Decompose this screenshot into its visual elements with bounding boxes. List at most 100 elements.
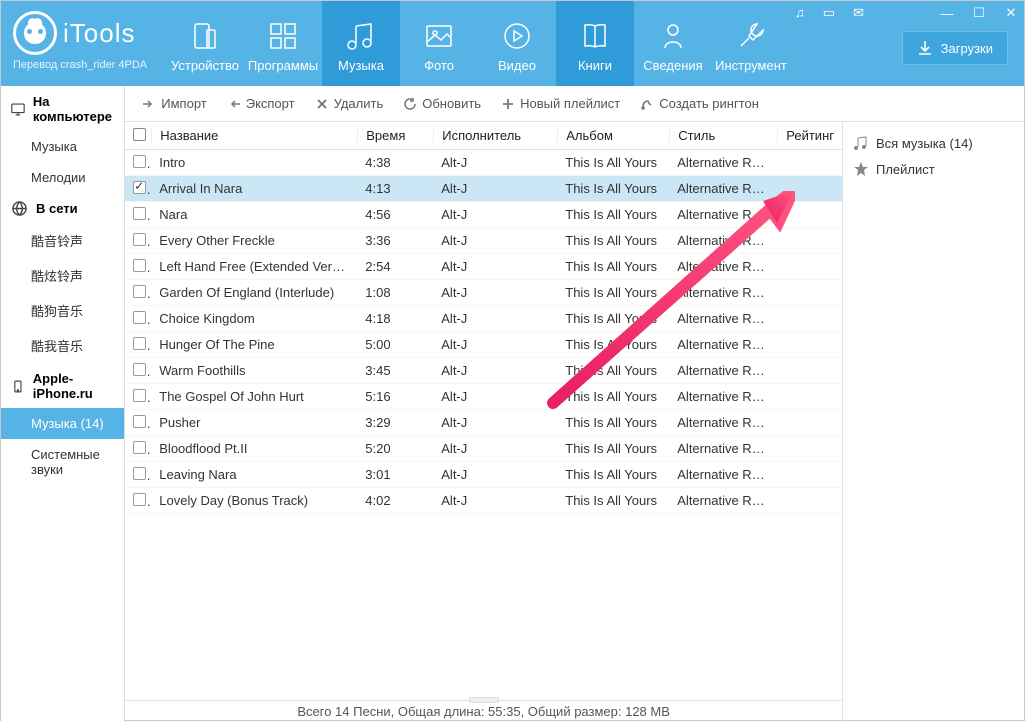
row-checkbox[interactable] [133,389,146,402]
downloads-button[interactable]: Загрузки [902,31,1008,65]
cell-genre: Alternative Rock... [669,467,777,482]
cell-name: Bloodflood Pt.II [151,441,357,456]
tab-programs[interactable]: Программы [244,1,322,86]
cell-album: This Is All Yours [557,207,669,222]
row-checkbox[interactable] [133,181,146,194]
table-row[interactable]: Lovely Day (Bonus Track)4:02Alt-JThis Is… [125,488,842,514]
sidebar-item[interactable]: Музыка [1,131,124,162]
table-row[interactable]: Garden Of England (Interlude)1:08Alt-JTh… [125,280,842,306]
cell-artist: Alt-J [433,389,557,404]
sidebar-item[interactable]: Музыка (14) [1,408,124,439]
cell-genre: Alternative Rock... [669,415,777,430]
all-music-item[interactable]: Вся музыка (14) [849,130,1018,156]
tab-books[interactable]: Книги [556,1,634,86]
col-name[interactable]: Название [151,128,357,143]
resize-grip[interactable] [469,697,499,703]
table-row[interactable]: Leaving Nara3:01Alt-JThis Is All YoursAl… [125,462,842,488]
table-row[interactable]: Every Other Freckle3:36Alt-JThis Is All … [125,228,842,254]
minimize-button[interactable]: — [940,6,954,21]
row-checkbox[interactable] [133,415,146,428]
export-button[interactable]: Экспорт [218,92,304,115]
delete-button[interactable]: Удалить [306,92,393,115]
create-ringtone-button[interactable]: Создать рингтон [631,92,768,115]
cell-name: Every Other Freckle [151,233,357,248]
cell-name: Nara [151,207,357,222]
row-checkbox[interactable] [133,155,146,168]
col-genre[interactable]: Стиль [669,128,777,143]
table-row[interactable]: Arrival In Nara4:13Alt-JThis Is All Your… [125,176,842,202]
maximize-button[interactable]: ☐ [972,5,986,21]
col-artist[interactable]: Исполнитель [433,128,557,143]
sidebar-section[interactable]: На компьютере [1,86,124,131]
main-panel: Импорт Экспорт Удалить Обновить Новый пл… [125,86,1024,722]
refresh-button[interactable]: Обновить [394,92,490,115]
tab-tools[interactable]: Инструмент [712,1,790,86]
window-controls: — ☐ ✕ [940,5,1018,21]
close-button[interactable]: ✕ [1004,5,1018,21]
row-checkbox[interactable] [133,207,146,220]
table-row[interactable]: Hunger Of The Pine5:00Alt-JThis Is All Y… [125,332,842,358]
col-album[interactable]: Альбом [557,128,669,143]
sidebar-item[interactable]: 酷我音乐 [1,328,124,363]
cell-album: This Is All Yours [557,337,669,352]
cell-genre: Alternative Rock... [669,155,777,170]
row-checkbox[interactable] [133,259,146,272]
row-checkbox[interactable] [133,337,146,350]
import-button[interactable]: Импорт [133,92,215,115]
tab-device[interactable]: Устройство [166,1,244,86]
row-checkbox[interactable] [133,363,146,376]
sidebar-left: На компьютереМузыкаМелодииВ сети酷音铃声酷炫铃声… [1,86,125,722]
cell-artist: Alt-J [433,259,557,274]
row-checkbox[interactable] [133,467,146,480]
sidebar-item[interactable]: Мелодии [1,162,124,193]
cell-artist: Alt-J [433,207,557,222]
table-header: Название Время Исполнитель Альбом Стиль … [125,122,842,150]
table-row[interactable]: Choice Kingdom4:18Alt-JThis Is All Yours… [125,306,842,332]
table-row[interactable]: Pusher3:29Alt-JThis Is All YoursAlternat… [125,410,842,436]
table-row[interactable]: Bloodflood Pt.II5:20Alt-JThis Is All You… [125,436,842,462]
col-time[interactable]: Время [357,128,433,143]
header-shortcuts: ♫ ▭ ✉ [795,5,864,21]
col-rating[interactable]: Рейтинг [777,128,842,143]
select-all-checkbox[interactable] [133,128,146,141]
table-row[interactable]: Warm Foothills3:45Alt-JThis Is All Yours… [125,358,842,384]
table-row[interactable]: The Gospel Of John Hurt5:16Alt-JThis Is … [125,384,842,410]
row-checkbox[interactable] [133,441,146,454]
message-icon[interactable]: ▭ [823,5,835,21]
sidebar-item[interactable]: 酷狗音乐 [1,293,124,328]
sidebar-section[interactable]: Apple-iPhone.ru [1,363,124,408]
tab-info[interactable]: Сведения [634,1,712,86]
tab-video[interactable]: Видео [478,1,556,86]
table-row[interactable]: Left Hand Free (Extended Version)2:54Alt… [125,254,842,280]
sidebar-item[interactable]: 酷音铃声 [1,223,124,258]
cell-artist: Alt-J [433,441,557,456]
app-subtitle: Перевод crash_rider 4PDA [13,59,158,71]
row-checkbox[interactable] [133,233,146,246]
tab-tools-label: Инструмент [715,58,787,73]
cell-artist: Alt-J [433,155,557,170]
cell-name: Leaving Nara [151,467,357,482]
row-checkbox[interactable] [133,493,146,506]
sidebar-section[interactable]: В сети [1,193,124,223]
cell-album: This Is All Yours [557,493,669,508]
cell-name: Choice Kingdom [151,311,357,326]
table-row[interactable]: Intro4:38Alt-JThis Is All YoursAlternati… [125,150,842,176]
status-bar: Всего 14 Песни, Общая длина: 55:35, Общи… [125,700,842,722]
row-checkbox[interactable] [133,311,146,324]
cell-time: 3:36 [357,233,433,248]
row-checkbox[interactable] [133,285,146,298]
playlist-item[interactable]: Плейлист [849,156,1018,182]
status-text: Всего 14 Песни, Общая длина: 55:35, Общи… [297,704,670,719]
table-row[interactable]: Nara4:56Alt-JThis Is All YoursAlternativ… [125,202,842,228]
cell-time: 4:56 [357,207,433,222]
cell-album: This Is All Yours [557,259,669,274]
table-body[interactable]: Intro4:38Alt-JThis Is All YoursAlternati… [125,150,842,700]
sidebar-item[interactable]: Системные звуки [1,439,124,485]
music-mini-icon[interactable]: ♫ [795,5,805,21]
tab-photo[interactable]: Фото [400,1,478,86]
sidebar-item[interactable]: 酷炫铃声 [1,258,124,293]
tab-music[interactable]: Музыка [322,1,400,86]
cell-artist: Alt-J [433,337,557,352]
feedback-icon[interactable]: ✉ [853,5,864,21]
new-playlist-button[interactable]: Новый плейлист [492,92,629,115]
